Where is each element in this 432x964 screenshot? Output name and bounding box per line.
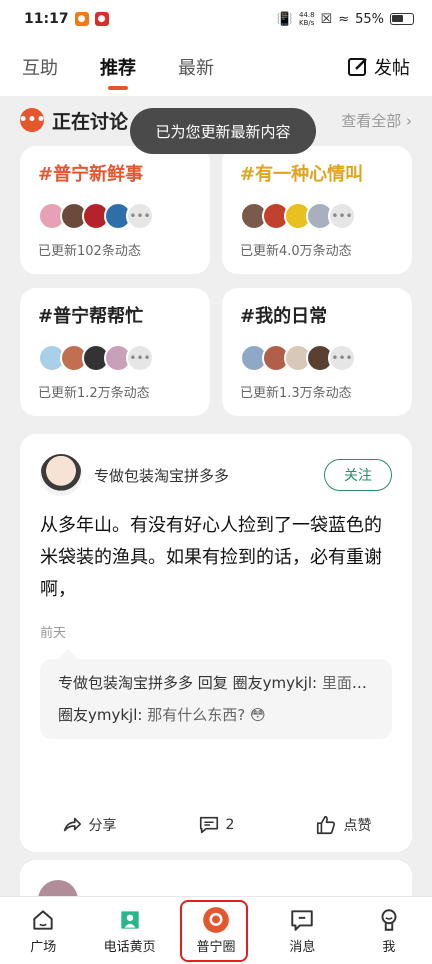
- network-speed-unit: KB/s: [299, 19, 315, 27]
- top-nav: 互助 推荐 最新 发帖: [0, 38, 432, 96]
- directory-icon: [120, 911, 139, 929]
- message-icon: [291, 910, 314, 931]
- like-label: 点赞: [343, 818, 372, 834]
- sim-off-icon: ☒: [320, 11, 333, 27]
- view-all-label: 查看全部: [341, 111, 402, 130]
- network-speed: 44.8 KB/s: [299, 11, 315, 27]
- nav-square-label: 广场: [30, 940, 57, 955]
- edit-icon: [348, 58, 367, 76]
- topic-update-count: 已更新1.2万条动态: [38, 386, 150, 401]
- post-action-bar: 分享 2 点赞: [20, 798, 412, 852]
- comment-count: 2: [225, 817, 235, 833]
- reply-line-1: 专做包装淘宝拼多多 回复 圈友ymykjl: 里面装着鱼具还有镰力。各种东西全部…: [58, 671, 374, 695]
- topic-title: #普宁新鲜事: [38, 164, 144, 185]
- post-card[interactable]: 专做包装淘宝拼多多 关注 从多年山。有没有好心人捡到了一袋蓝色的米袋装的渔具。如…: [20, 434, 412, 852]
- thumbs-up-icon: [317, 815, 336, 835]
- reply-text: 里面装着鱼具还有镰力。各种东西全部在…: [321, 674, 374, 692]
- nav-me[interactable]: 我: [346, 897, 432, 964]
- discussion-title: 正在讨论: [52, 110, 129, 133]
- post-button[interactable]: 发帖: [346, 54, 410, 80]
- topic-avatars: •••: [38, 344, 192, 372]
- topic-card[interactable]: #有一种心情叫 ••• 已更新4.0万条动态: [222, 146, 412, 274]
- more-avatars-icon: •••: [328, 202, 356, 230]
- more-avatars-icon: •••: [126, 202, 154, 230]
- comment-button[interactable]: 2: [198, 814, 235, 836]
- nav-square[interactable]: 广场: [0, 897, 86, 964]
- reply-preview[interactable]: 专做包装淘宝拼多多 回复 圈友ymykjl: 里面装着鱼具还有镰力。各种东西全部…: [40, 649, 392, 739]
- reply-target: 圈友ymykjl:: [232, 674, 318, 692]
- topic-avatars: •••: [38, 202, 192, 230]
- topic-avatars: •••: [240, 202, 394, 230]
- nav-phone-directory[interactable]: 电话黄页: [86, 897, 172, 964]
- toast-message: 已为您更新最新内容: [130, 108, 316, 154]
- share-button[interactable]: 分享: [61, 814, 117, 836]
- topic-title: #有一种心情叫: [240, 164, 364, 185]
- reply-text: 那有什么东西? 😳: [147, 706, 266, 724]
- network-speed-value: 44.8: [298, 11, 315, 19]
- topic-title: #我的日常: [240, 306, 328, 327]
- topic-update-count: 已更新102条动态: [38, 244, 141, 259]
- vibrate-icon: 📳: [276, 11, 293, 27]
- status-bar: 11:17 ● ● 📳 44.8 KB/s ☒ ≈ 55%: [0, 0, 432, 38]
- reply-author: 圈友ymykjl:: [58, 706, 143, 724]
- post-time: 前天: [40, 626, 67, 641]
- topic-card[interactable]: #我的日常 ••• 已更新1.3万条动态: [222, 288, 412, 416]
- home-icon: [33, 910, 53, 930]
- tab-mutual-help[interactable]: 互助: [22, 54, 58, 80]
- wifi-icon: ≈: [338, 11, 350, 27]
- share-label: 分享: [88, 818, 117, 834]
- battery-text: 55%: [355, 11, 384, 27]
- topic-update-count: 已更新4.0万条动态: [240, 244, 352, 259]
- view-all-link[interactable]: 查看全部 ›: [341, 110, 412, 131]
- more-avatars-icon: •••: [328, 344, 356, 372]
- nav-messages-label: 消息: [289, 940, 316, 955]
- author-row: 专做包装淘宝拼多多 关注: [40, 454, 392, 496]
- app-notification-icon-2: ●: [94, 12, 109, 26]
- reply-verb: 回复: [197, 674, 228, 692]
- topic-card[interactable]: #普宁新鲜事 ••• 已更新102条动态: [20, 146, 210, 274]
- highlight-frame: [180, 900, 248, 962]
- battery-icon: [390, 13, 414, 25]
- author-avatar[interactable]: [40, 454, 82, 496]
- topic-avatars: •••: [240, 344, 394, 372]
- topic-title: #普宁帮帮忙: [38, 306, 144, 327]
- topic-card[interactable]: #普宁帮帮忙 ••• 已更新1.2万条动态: [20, 288, 210, 416]
- tab-latest[interactable]: 最新: [178, 54, 214, 80]
- reply-line-2: 圈友ymykjl: 那有什么东西? 😳: [58, 703, 374, 727]
- chevron-right-icon: ›: [406, 111, 412, 130]
- profile-icon: [381, 909, 397, 931]
- like-button[interactable]: 点赞: [315, 814, 371, 836]
- reply-author: 专做包装淘宝拼多多: [58, 674, 194, 692]
- post-button-label: 发帖: [374, 58, 410, 79]
- more-dots-icon: •••: [19, 108, 45, 132]
- nav-phone-directory-label: 电话黄页: [103, 940, 156, 955]
- comment-icon: [199, 816, 218, 834]
- post-text: 从多年山。有没有好心人捡到了一袋蓝色的米袋装的渔具。如果有捡到的话，必有重谢啊，: [40, 515, 382, 600]
- author-name[interactable]: 专做包装淘宝拼多多: [94, 465, 229, 486]
- nav-messages[interactable]: 消息: [259, 897, 345, 964]
- follow-button[interactable]: 关注: [324, 459, 392, 491]
- more-avatars-icon: •••: [126, 344, 154, 372]
- nav-me-label: 我: [382, 940, 396, 955]
- app-notification-icon: ●: [74, 12, 89, 26]
- share-icon: [63, 817, 81, 832]
- topic-update-count: 已更新1.3万条动态: [240, 386, 352, 401]
- status-time: 11:17: [24, 11, 69, 27]
- tab-recommended[interactable]: 推荐: [100, 54, 136, 80]
